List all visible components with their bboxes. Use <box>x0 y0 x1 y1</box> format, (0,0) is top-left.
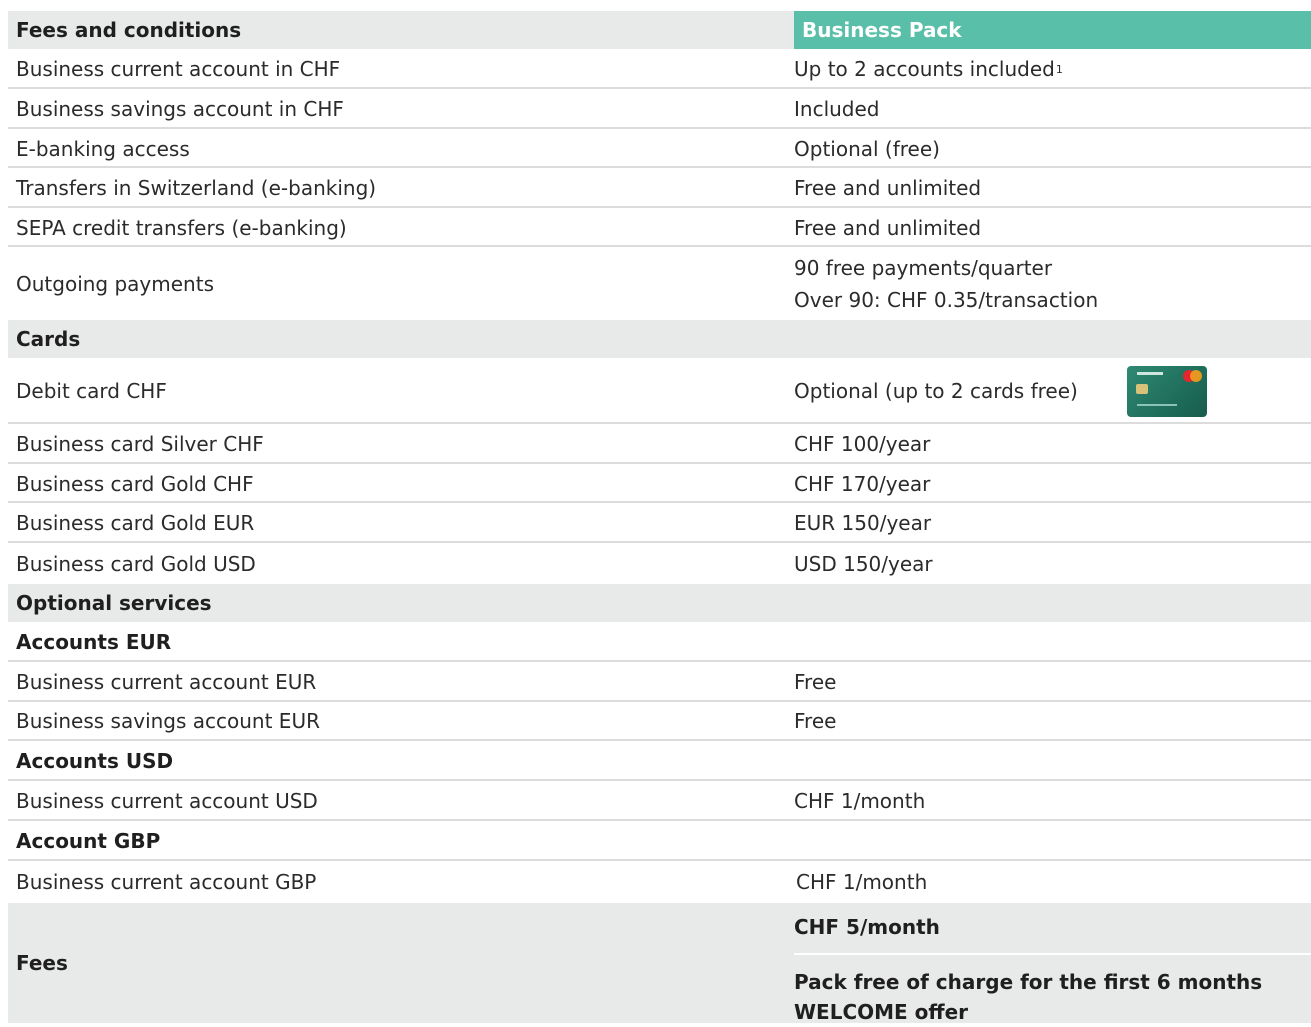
row-value: Free <box>794 709 837 733</box>
row-value: Free and unlimited <box>794 176 982 200</box>
subsection-title: Account GBP <box>16 829 161 853</box>
section-title: Cards <box>16 327 81 351</box>
footnote-marker: 1 <box>1055 62 1063 76</box>
section-title: Optional services <box>16 591 212 615</box>
table-row: Transfers in Switzerland (e-banking) Fre… <box>8 170 1311 208</box>
header-business-pack: Business Pack <box>794 11 1311 49</box>
section-header-cards: Cards <box>8 320 1311 358</box>
table-row: Debit card CHF Optional (up to 2 cards f… <box>8 360 1311 424</box>
row-value: Optional (free) <box>794 136 940 161</box>
row-value: 90 free payments/quarter Over 90: CHF 0.… <box>794 249 1098 319</box>
row-label: SEPA credit transfers (e-banking) <box>16 215 347 240</box>
row-value: Included <box>794 97 880 121</box>
table-row: Outgoing payments 90 free payments/quart… <box>8 249 1311 319</box>
value-line: Over 90: CHF 0.35/transaction <box>794 288 1099 312</box>
row-label: E-banking access <box>16 136 190 161</box>
row-value: CHF 1/month <box>796 870 928 894</box>
row-value: EUR 150/year <box>794 511 932 535</box>
fees-table: Fees and conditions Business Pack Busine… <box>0 0 1311 1024</box>
row-label: Business card Gold USD <box>16 552 256 576</box>
row-label: Debit card CHF <box>16 379 167 403</box>
section-header-optional-services: Optional services <box>8 584 1311 622</box>
table-header: Fees and conditions Business Pack <box>8 11 1311 49</box>
subsection-account-gbp: Account GBP <box>8 823 1311 861</box>
row-label: Business savings account EUR <box>16 709 320 733</box>
row-value: Free <box>794 670 837 694</box>
row-value: Free and unlimited <box>794 215 982 240</box>
row-label: Business card Gold EUR <box>16 511 255 535</box>
row-value: CHF 170/year <box>794 471 931 496</box>
debit-card-image <box>1127 366 1207 417</box>
row-value: Up to 2 accounts included 1 <box>794 57 1063 81</box>
offer-line: Pack free of charge for the first 6 mont… <box>794 970 1263 994</box>
subsection-accounts-usd: Accounts USD <box>8 743 1311 781</box>
row-label: Business current account GBP <box>16 870 317 894</box>
row-label: Business current account in CHF <box>16 57 341 81</box>
table-row: Business current account EUR Free <box>8 664 1311 702</box>
table-row: Business current account in CHF Up to 2 … <box>8 51 1311 89</box>
row-label: Business card Silver CHF <box>16 432 264 456</box>
subsection-title: Accounts USD <box>16 749 174 773</box>
fees-divider <box>794 953 1311 955</box>
table-row: Business card Gold EUR EUR 150/year <box>8 505 1311 543</box>
subsection-title: Accounts EUR <box>16 630 172 654</box>
row-label: Transfers in Switzerland (e-banking) <box>16 176 377 200</box>
table-row: Business current account USD CHF 1/month <box>8 783 1311 821</box>
row-label: Business savings account in CHF <box>16 97 344 121</box>
row-value: Optional (up to 2 cards free) <box>794 379 1078 403</box>
fees-row: Fees CHF 5/month Pack free of charge for… <box>8 903 1311 1024</box>
row-value: USD 150/year <box>794 552 933 576</box>
fees-price: CHF 5/month <box>794 915 940 939</box>
subsection-accounts-eur: Accounts EUR <box>8 624 1311 662</box>
row-label: Business current account USD <box>16 789 318 813</box>
row-value: CHF 100/year <box>794 432 931 456</box>
header-fees-and-conditions: Fees and conditions <box>16 18 242 42</box>
row-label: Outgoing payments <box>16 272 214 296</box>
row-value: CHF 1/month <box>794 789 926 813</box>
table-row: Business savings account in CHF Included <box>8 91 1311 129</box>
table-row: E-banking access Optional (free) <box>8 131 1311 168</box>
table-row: SEPA credit transfers (e-banking) Free a… <box>8 210 1311 247</box>
table-row: Business card Gold CHF CHF 170/year <box>8 466 1311 503</box>
fees-offer: Pack free of charge for the first 6 mont… <box>794 967 1262 1027</box>
table-row: Business savings account EUR Free <box>8 703 1311 741</box>
table-row: Business card Silver CHF CHF 100/year <box>8 426 1311 464</box>
row-label: Business current account EUR <box>16 670 317 694</box>
table-row: Business card Gold USD USD 150/year <box>8 545 1311 583</box>
value-line: 90 free payments/quarter <box>794 256 1053 280</box>
table-row: Business current account GBP CHF 1/month <box>8 863 1311 901</box>
fees-label: Fees <box>16 951 68 975</box>
row-label: Business card Gold CHF <box>16 471 254 496</box>
